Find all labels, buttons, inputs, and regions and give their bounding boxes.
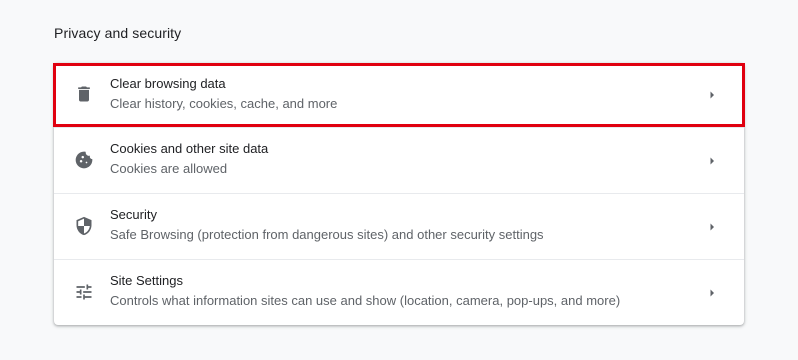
row-title: Cookies and other site data <box>110 141 269 156</box>
privacy-security-card: Clear browsing data Clear history, cooki… <box>53 63 745 325</box>
shield-icon <box>74 216 94 236</box>
row-title: Site Settings <box>110 273 183 288</box>
row-title: Security <box>110 207 157 222</box>
row-subtitle: Controls what information sites can use … <box>110 293 621 308</box>
section-title: Privacy and security <box>54 25 182 41</box>
chevron-right-icon <box>706 286 718 298</box>
security-row[interactable]: Security Safe Browsing (protection from … <box>54 193 744 259</box>
chevron-right-icon <box>706 88 718 100</box>
settings-page: Privacy and security Clear browsing data… <box>0 0 798 360</box>
row-subtitle: Cookies are allowed <box>110 161 228 176</box>
row-title: Clear browsing data <box>110 76 226 91</box>
clear-browsing-data-row[interactable]: Clear browsing data Clear history, cooki… <box>53 63 745 127</box>
chevron-right-icon <box>706 220 718 232</box>
cookie-icon <box>74 150 94 170</box>
tune-icon <box>74 282 94 302</box>
trash-icon <box>74 84 94 104</box>
chevron-right-icon <box>706 154 718 166</box>
cookies-row[interactable]: Cookies and other site data Cookies are … <box>54 127 744 193</box>
row-subtitle: Safe Browsing (protection from dangerous… <box>110 227 544 242</box>
site-settings-row[interactable]: Site Settings Controls what information … <box>54 259 744 325</box>
row-subtitle: Clear history, cookies, cache, and more <box>110 96 338 111</box>
highlight-box <box>53 63 745 127</box>
